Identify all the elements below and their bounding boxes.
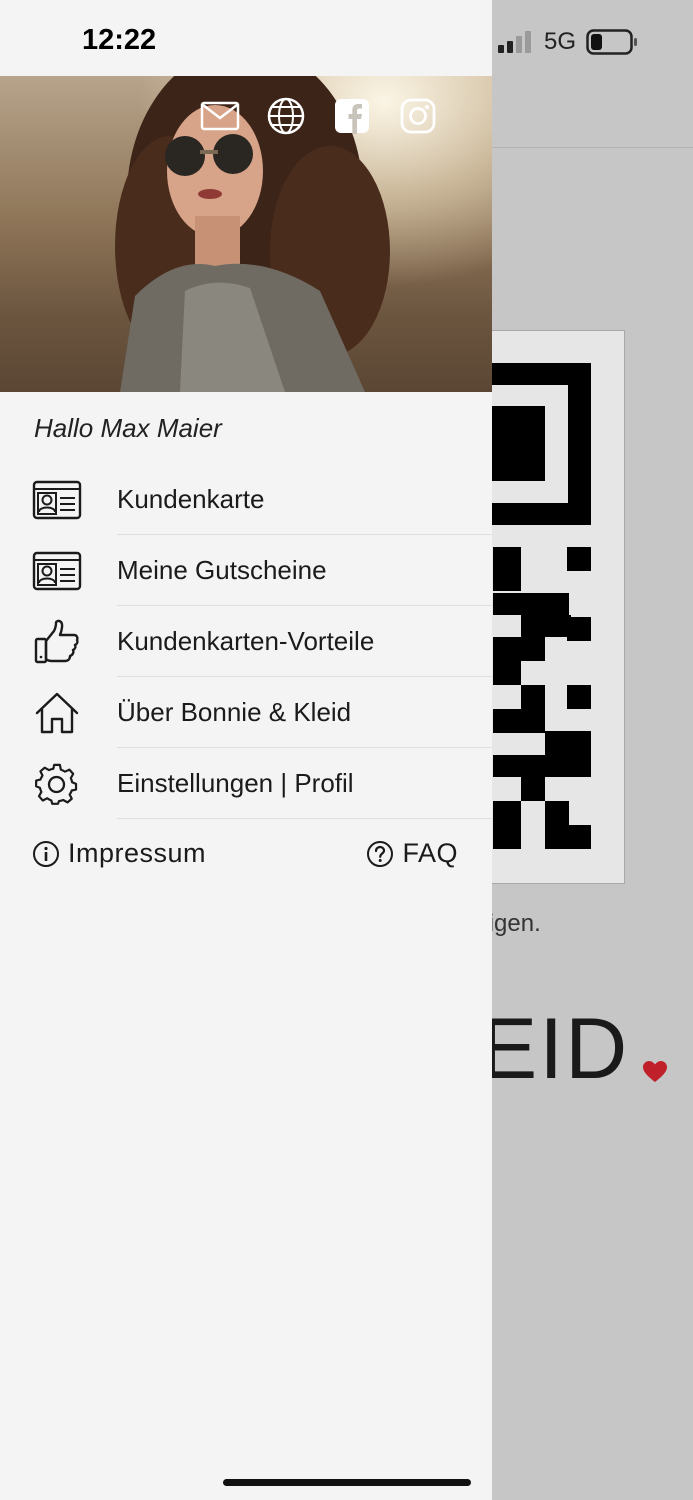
gear-icon — [32, 762, 82, 806]
status-bar — [0, 0, 492, 76]
footer-links: Impressum FAQ — [32, 838, 458, 878]
menu-item-label: Meine Gutscheine — [117, 555, 327, 585]
menu-item-label: Kundenkarten-Vorteile — [117, 626, 375, 656]
battery-icon — [586, 29, 638, 55]
mail-icon[interactable] — [200, 96, 240, 136]
impressum-link[interactable]: Impressum — [32, 838, 206, 869]
status-bar-right: 5G — [498, 28, 638, 56]
social-links — [200, 96, 438, 136]
info-icon — [33, 840, 59, 867]
menu-item-kundenkarte[interactable]: Kundenkarte — [0, 464, 492, 535]
navigation-drawer: Hallo Max Maier Kundenkarte Meine Gutsch… — [0, 0, 492, 1500]
hero-image — [0, 76, 492, 392]
heart-icon — [643, 1061, 667, 1082]
help-icon — [367, 840, 394, 867]
menu-item-einstellungen[interactable]: Einstellungen | Profil — [0, 748, 492, 819]
status-time: 12:22 — [82, 24, 157, 56]
id-card-icon — [32, 478, 82, 522]
faq-link[interactable]: FAQ — [366, 838, 458, 869]
globe-icon[interactable] — [266, 96, 306, 136]
menu-item-gutscheine[interactable]: Meine Gutscheine — [0, 535, 492, 606]
menu-item-label: Einstellungen | Profil — [117, 768, 354, 798]
home-indicator[interactable] — [223, 1479, 471, 1486]
id-card-icon — [32, 549, 82, 593]
menu-divider — [117, 818, 492, 819]
faq-label: FAQ — [402, 838, 458, 868]
instagram-icon[interactable] — [398, 96, 438, 136]
facebook-icon[interactable] — [332, 96, 372, 136]
greeting-text: Hallo Max Maier — [34, 413, 222, 443]
menu-item-ueber[interactable]: Über Bonnie & Kleid — [0, 677, 492, 748]
drawer-menu: Kundenkarte Meine Gutscheine Kundenkarte… — [0, 464, 492, 819]
background-divider — [492, 147, 693, 148]
menu-item-label: Kundenkarte — [117, 484, 265, 514]
impressum-label: Impressum — [68, 838, 207, 868]
signal-icon — [498, 31, 531, 53]
menu-item-vorteile[interactable]: Kundenkarten-Vorteile — [0, 606, 492, 677]
home-icon — [32, 691, 82, 735]
menu-item-label: Über Bonnie & Kleid — [117, 697, 352, 727]
network-type: 5G — [544, 28, 577, 55]
thumbs-up-icon — [32, 619, 82, 664]
